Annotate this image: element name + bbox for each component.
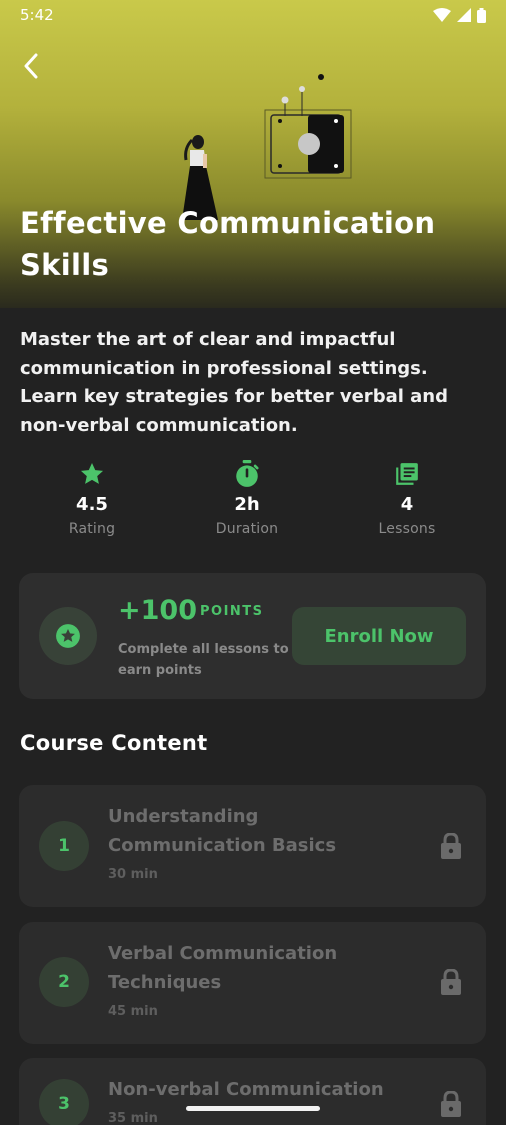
lesson-title: Non-verbal Communication xyxy=(108,1079,384,1100)
timer-icon xyxy=(236,460,259,487)
stat-label: Rating xyxy=(68,521,116,537)
course-hero: 5:42 Effective Communication Skills xyxy=(0,0,506,308)
stat-lessons: 4 Lessons xyxy=(347,460,467,537)
stat-duration: 2h Duration xyxy=(187,460,307,537)
wifi-icon xyxy=(433,8,451,22)
points-amount: +100 xyxy=(118,595,197,626)
home-indicator[interactable] xyxy=(186,1106,320,1111)
lesson-duration: 45 min xyxy=(108,1004,158,1019)
lesson-title: Verbal Communication Techniques xyxy=(108,943,338,993)
stat-label: Lessons xyxy=(378,521,436,537)
status-bar: 5:42 xyxy=(0,0,506,30)
lesson-number: 2 xyxy=(39,957,89,1007)
stat-value: 4 xyxy=(400,494,414,515)
star-icon xyxy=(80,462,104,484)
star-badge-icon xyxy=(56,624,80,648)
device-figure xyxy=(264,74,352,179)
lesson-number: 3 xyxy=(39,1079,89,1125)
lesson-title: Understanding Communication Basics xyxy=(108,806,337,856)
lock-icon xyxy=(439,1090,463,1118)
stat-value: 2h xyxy=(234,494,260,515)
chevron-left-icon xyxy=(24,53,38,79)
course-description: Master the art of clear and impactful co… xyxy=(20,329,449,436)
course-content-heading: Course Content xyxy=(20,731,208,755)
status-icons xyxy=(433,7,486,23)
lesson-item[interactable]: 3 Non-verbal Communication 35 min xyxy=(19,1058,486,1125)
course-title: Effective Communication Skills xyxy=(20,206,436,282)
back-button[interactable] xyxy=(14,46,48,86)
course-stats: 4.5 Rating 2h Duration 4 Lessons xyxy=(0,460,506,550)
points-caption: Complete all lessons to earn points xyxy=(118,642,289,678)
lesson-item[interactable]: 1 Understanding Communication Basics 30 … xyxy=(19,785,486,907)
lesson-duration: 35 min xyxy=(108,1111,158,1125)
battery-icon xyxy=(477,7,486,23)
status-time: 5:42 xyxy=(20,6,54,24)
cell-signal-icon xyxy=(457,8,471,22)
stat-value: 4.5 xyxy=(76,494,108,515)
lesson-number: 1 xyxy=(39,821,89,871)
lesson-item[interactable]: 2 Verbal Communication Techniques 45 min xyxy=(19,922,486,1044)
enroll-now-button[interactable]: Enroll Now xyxy=(292,607,466,665)
lock-icon xyxy=(439,968,463,996)
lock-icon xyxy=(439,832,463,860)
points-card: +100 POINTS Complete all lessons to earn… xyxy=(19,573,486,699)
points-badge xyxy=(39,607,97,665)
lesson-duration: 30 min xyxy=(108,867,158,882)
points-label: POINTS xyxy=(200,604,264,619)
stat-rating: 4.5 Rating xyxy=(32,460,152,537)
library-books-icon xyxy=(396,463,418,485)
stat-label: Duration xyxy=(215,521,279,537)
